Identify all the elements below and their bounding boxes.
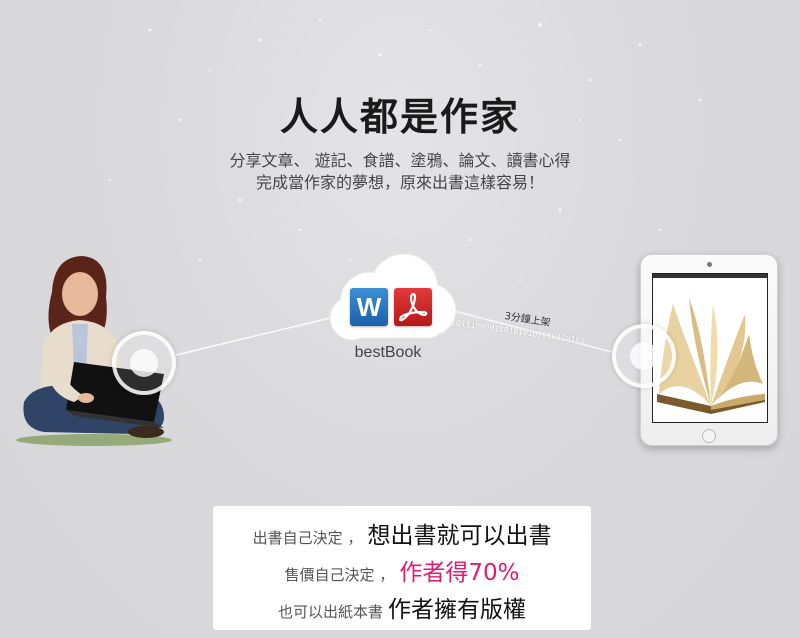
hero-subtitle: 分享文章、 遊記、食譜、塗鴉、論文、讀書心得 完成當作家的夢想，原來出書這樣容易…	[0, 150, 800, 194]
word-document-icon: W	[350, 288, 388, 326]
feature-3-label: 也可以出紙本書	[277, 603, 383, 621]
feature-1-label: 出書自己決定 ，	[252, 529, 363, 547]
feature-2-highlight: 作者得70%	[399, 560, 520, 586]
feature-2-label: 售價自己決定 ，	[284, 566, 395, 584]
cloud-icon	[329, 253, 457, 341]
feature-box: 出書自己決定 ， 想出書就可以出書 售價自己決定 ， 作者得70% 也可以出紙本…	[213, 506, 591, 630]
pdf-acrobat-glyph	[399, 292, 428, 322]
tablet-home-button	[702, 429, 716, 443]
subtitle-line-2: 完成當作家的夢想，原來出書這樣容易！	[255, 173, 544, 192]
feature-3-text: 作者擁有版權	[388, 597, 527, 623]
subtitle-line-1: 分享文章、 遊記、食譜、塗鴉、論文、讀書心得	[229, 151, 571, 170]
feature-line-1: 出書自己決定 ， 想出書就可以出書	[213, 516, 591, 550]
feature-line-2: 售價自己決定 ， 作者得70%	[213, 553, 591, 587]
pdf-document-icon	[394, 288, 432, 326]
connection-node-left	[112, 331, 176, 395]
tablet-camera	[707, 262, 712, 267]
page-title: 人人都是作家	[279, 95, 520, 139]
cloud-label: bestBook	[354, 344, 422, 361]
feature-line-3: 也可以出紙本書 作者擁有版權	[213, 590, 591, 624]
connection-node-right	[612, 324, 676, 388]
feature-1-text: 想出書就可以出書	[367, 523, 552, 549]
